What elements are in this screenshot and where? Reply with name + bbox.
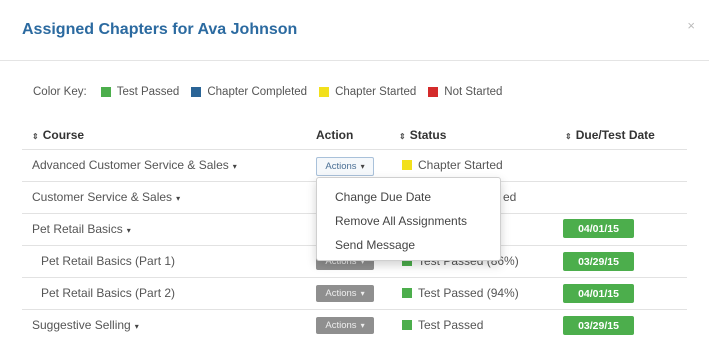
caret-down-icon: ▾ — [126, 226, 131, 235]
header-divider — [0, 60, 709, 61]
due-date-badge: 04/01/15 — [563, 219, 634, 238]
row-divider — [22, 309, 687, 310]
color-key-chapter-completed: Chapter Completed — [207, 86, 308, 98]
course-customer-service-sales[interactable]: Customer Service & Sales ▾ — [32, 190, 180, 204]
column-header-due-date[interactable]: ⇕ Due/Test Date — [565, 128, 655, 142]
row-divider — [22, 149, 687, 150]
course-pet-retail-basics-part-2[interactable]: Pet Retail Basics (Part 2) — [41, 286, 175, 300]
course-advanced-customer-service[interactable]: Advanced Customer Service & Sales ▾ — [32, 158, 237, 172]
status-test-passed: Test Passed — [402, 318, 483, 332]
caret-down-icon: ▾ — [360, 289, 365, 298]
close-icon[interactable]: × — [687, 18, 695, 33]
status-test-passed: Test Passed (94%) — [402, 286, 519, 300]
caret-down-icon: ▾ — [360, 321, 365, 330]
course-pet-retail-basics[interactable]: Pet Retail Basics ▾ — [32, 222, 131, 236]
caret-down-icon: ▾ — [232, 162, 237, 171]
actions-button[interactable]: Actions ▾ — [316, 157, 374, 176]
caret-down-icon: ▾ — [134, 322, 139, 331]
modal-title: Assigned Chapters for Ava Johnson — [22, 21, 298, 38]
color-key-test-passed: Test Passed — [116, 86, 180, 98]
sort-icon: ⇕ — [399, 132, 406, 141]
column-header-action: Action — [316, 128, 354, 142]
caret-down-icon: ▾ — [360, 162, 365, 171]
swatch-chapter-started — [319, 87, 330, 97]
column-header-course[interactable]: ⇕ Course — [32, 128, 84, 142]
status-swatch — [402, 320, 412, 330]
actions-button[interactable]: Actions ▾ — [316, 285, 374, 302]
color-key: Color Key: Test Passed Chapter Completed… — [33, 86, 502, 98]
swatch-chapter-completed — [191, 87, 202, 97]
sort-icon: ⇕ — [32, 132, 39, 141]
color-key-chapter-started: Chapter Started — [335, 86, 417, 98]
status-swatch — [402, 288, 412, 298]
menu-item-change-due-date[interactable]: Change Due Date — [335, 190, 431, 204]
sort-icon: ⇕ — [565, 132, 572, 141]
swatch-not-started — [428, 87, 439, 97]
color-key-not-started: Not Started — [444, 86, 503, 98]
column-header-status[interactable]: ⇕ Status — [399, 128, 446, 142]
status-swatch — [402, 160, 412, 170]
status-text-partial: ed — [503, 190, 517, 204]
swatch-test-passed — [100, 87, 111, 97]
color-key-label: Color Key: — [33, 86, 87, 98]
actions-dropdown-menu: Change Due Date Remove All Assignments S… — [316, 177, 501, 261]
menu-item-send-message[interactable]: Send Message — [335, 238, 415, 252]
status-chapter-started: Chapter Started — [402, 158, 503, 172]
actions-button[interactable]: Actions ▾ — [316, 317, 374, 334]
due-date-badge: 03/29/15 — [563, 252, 634, 271]
caret-down-icon: ▾ — [176, 194, 181, 203]
assigned-chapters-modal: Assigned Chapters for Ava Johnson × Colo… — [0, 0, 709, 339]
course-pet-retail-basics-part-1[interactable]: Pet Retail Basics (Part 1) — [41, 254, 175, 268]
due-date-badge: 04/01/15 — [563, 284, 634, 303]
due-date-badge: 03/29/15 — [563, 316, 634, 335]
row-divider — [22, 277, 687, 278]
menu-item-remove-all-assignments[interactable]: Remove All Assignments — [335, 214, 467, 228]
course-suggestive-selling[interactable]: Suggestive Selling ▾ — [32, 318, 139, 332]
